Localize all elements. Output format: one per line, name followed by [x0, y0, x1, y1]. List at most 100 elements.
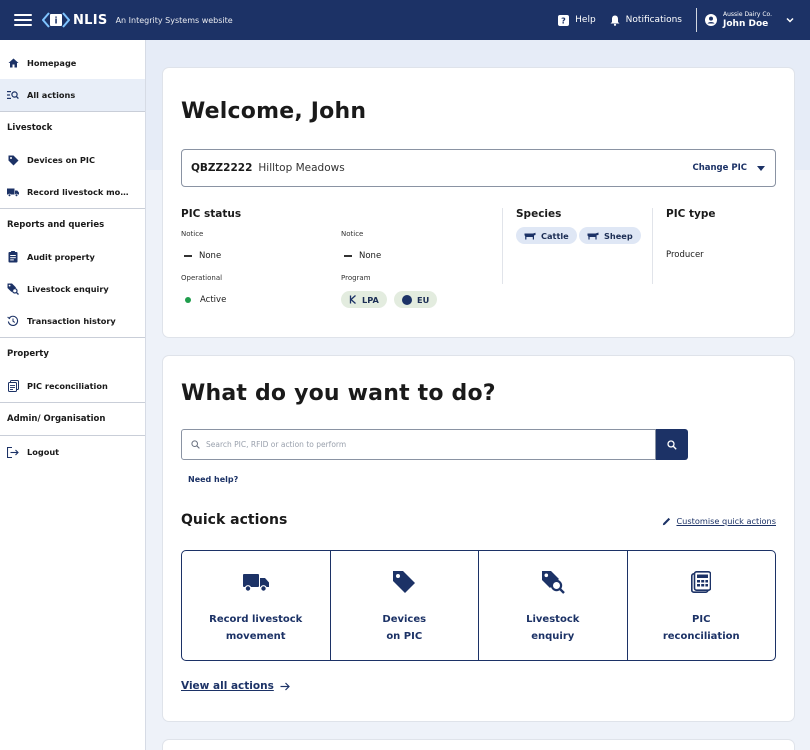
lpa-icon — [349, 295, 357, 304]
operational-label: Operational — [181, 274, 223, 282]
nlis-logo-icon: i — [42, 12, 70, 28]
top-bar: i NLIS An Integrity Systems website ? He… — [0, 0, 810, 40]
sidebar-item-label: Audit property — [27, 252, 95, 262]
notice-value: None — [184, 251, 221, 261]
sidebar-item-label: Livestock enquiry — [27, 284, 109, 294]
sidebar-section-livestock: Livestock — [0, 111, 145, 144]
sidebar-item-logout[interactable]: Logout — [0, 436, 145, 468]
search-input[interactable] — [206, 440, 626, 449]
menu-icon[interactable] — [14, 14, 32, 26]
column-divider — [502, 208, 503, 284]
account-org: Aussie Dairy Co. — [723, 10, 772, 18]
sidebar-item-label: Record livestock movement — [27, 187, 133, 197]
pic-selector[interactable]: QBZZ2222 Hilltop Meadows Change PIC — [181, 149, 776, 187]
notifications-label: Notifications — [625, 15, 683, 25]
help-label: Help — [575, 15, 596, 25]
species-heading: Species — [516, 208, 562, 220]
search-field[interactable] — [181, 429, 656, 460]
notice-label: Notice — [181, 230, 204, 238]
cow-icon — [524, 232, 536, 240]
help-link[interactable]: ? Help — [558, 14, 596, 26]
quick-action-record-livestock-movement[interactable]: Record livestock movement — [182, 551, 331, 660]
calculator-icon — [691, 570, 712, 594]
bell-icon — [610, 15, 620, 26]
clipboard-icon — [7, 251, 19, 263]
tag-search-icon — [541, 570, 565, 594]
column-divider — [652, 208, 653, 284]
sidebar-item-homepage[interactable]: Homepage — [0, 47, 145, 79]
sidebar-item-pic-reconciliation[interactable]: PIC reconciliation — [0, 370, 145, 402]
tag-icon — [392, 570, 416, 594]
quick-action-pic-reconciliation[interactable]: PIC reconciliation — [628, 551, 776, 660]
chevron-down-icon — [786, 17, 794, 23]
quick-action-livestock-enquiry[interactable]: Livestock enquiry — [479, 551, 628, 660]
operational-value: Active — [182, 295, 226, 305]
sidebar-item-label: Devices on PIC — [27, 155, 95, 165]
program-chip-lpa: LPA — [341, 291, 387, 308]
tagline: An Integrity Systems website — [115, 15, 233, 25]
help-icon: ? — [558, 14, 570, 26]
svg-text:i: i — [54, 17, 57, 27]
pic-code: QBZZ2222 — [191, 162, 253, 174]
notice-label-2: Notice — [341, 230, 364, 238]
caret-down-icon[interactable] — [757, 165, 765, 171]
need-help-link[interactable]: Need help? — [188, 475, 238, 484]
page-title: Welcome, John — [181, 99, 367, 124]
quick-action-label: Devices on PIC — [382, 614, 427, 642]
sidebar-item-audit-property[interactable]: Audit property — [0, 241, 145, 273]
logout-icon — [7, 446, 19, 458]
tag-search-icon — [7, 283, 19, 295]
sidebar-item-record-livestock-movement[interactable]: Record livestock movement — [0, 176, 145, 208]
topbar-divider — [696, 8, 698, 32]
nlis-logo[interactable]: i NLIS — [42, 11, 108, 29]
quick-action-label: PIC reconciliation — [662, 614, 740, 642]
species-chip-cattle: Cattle — [516, 227, 577, 244]
sidebar-item-label: PIC reconciliation — [27, 381, 108, 391]
sidebar-item-label: All actions — [27, 90, 76, 100]
tag-icon — [7, 154, 19, 166]
arrow-right-icon — [280, 682, 290, 691]
notifications-link[interactable]: Notifications — [610, 15, 682, 26]
sidebar-item-label: Homepage — [27, 58, 77, 68]
quick-actions-grid: Record livestock movement Devices on PIC… — [181, 550, 776, 661]
view-all-actions-link[interactable]: View all actions — [181, 680, 290, 692]
quick-action-label: Record livestock movement — [209, 614, 303, 642]
account-menu[interactable]: Aussie Dairy Co. John Doe — [705, 11, 794, 30]
quick-action-devices-on-pic[interactable]: Devices on PIC — [331, 551, 479, 660]
truck-icon — [7, 186, 19, 198]
truck-icon — [242, 570, 269, 594]
history-icon — [7, 315, 19, 327]
sidebar-item-livestock-enquiry[interactable]: Livestock enquiry — [0, 273, 145, 305]
status-dot-icon — [185, 297, 191, 303]
actions-card: What do you want to do? Need help? Quick… — [163, 356, 794, 721]
sidebar-section-admin: Admin/ Organisation — [0, 402, 145, 435]
sidebar-item-label: Logout — [27, 447, 60, 457]
program-chip-eu: EU — [394, 291, 438, 308]
search-button[interactable] — [656, 429, 688, 460]
sidebar-section-property: Property — [0, 337, 145, 370]
species-chip-sheep: Sheep — [579, 227, 641, 244]
customise-quick-actions-link[interactable]: Customise quick actions — [662, 516, 776, 526]
pic-name: Hilltop Meadows — [258, 162, 345, 174]
pic-type-heading: PIC type — [666, 208, 716, 220]
sidebar-item-label: Transaction history — [27, 316, 116, 326]
sidebar-item-all-actions[interactable]: All actions — [0, 79, 145, 111]
sidebar-item-transaction-history[interactable]: Transaction history — [0, 305, 145, 337]
actions-title: What do you want to do? — [181, 381, 496, 406]
list-search-icon — [7, 89, 19, 101]
sidebar-section-reports: Reports and queries — [0, 208, 145, 241]
notice-value-2: None — [344, 251, 381, 261]
pic-status-heading: PIC status — [181, 208, 242, 220]
sidebar-item-devices-on-pic[interactable]: Devices on PIC — [0, 144, 145, 176]
home-icon — [7, 57, 19, 69]
account-user: John Doe — [723, 18, 769, 29]
search-icon — [667, 439, 677, 450]
brand-name: NLIS — [73, 12, 108, 28]
change-pic-button[interactable]: Change PIC — [692, 163, 747, 173]
dash-icon — [184, 255, 192, 257]
next-card — [163, 740, 794, 750]
quick-actions-title: Quick actions — [181, 512, 288, 528]
welcome-card: Welcome, John QBZZ2222 Hilltop Meadows C… — [163, 68, 794, 337]
pic-type-value: Producer — [666, 250, 704, 260]
quick-action-label: Livestock enquiry — [526, 614, 580, 642]
